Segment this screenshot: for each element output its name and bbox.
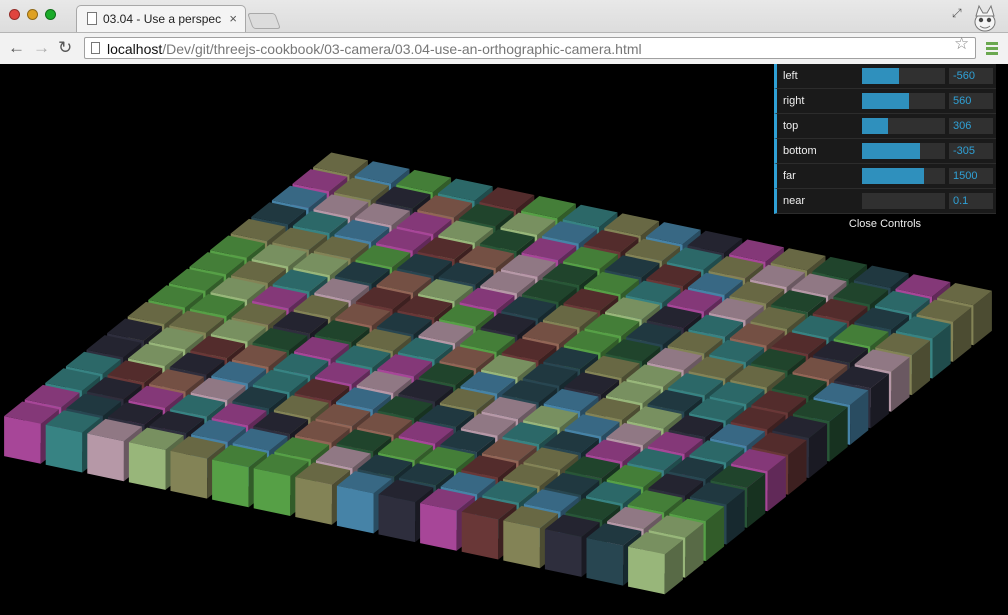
left-value-input[interactable]: -560 — [949, 68, 993, 84]
control-label: bottom — [783, 145, 817, 157]
cube-front-face — [461, 511, 499, 560]
cube-front-face — [503, 520, 540, 569]
control-label: near — [783, 195, 806, 207]
cube-front-face — [336, 485, 374, 534]
top-value-input[interactable]: 306 — [949, 118, 993, 134]
cube-front-face — [170, 450, 208, 499]
cube-front-face — [420, 503, 457, 551]
control-label: right — [783, 95, 805, 107]
page-icon — [91, 42, 100, 54]
reload-icon[interactable]: ↻ — [58, 39, 72, 57]
close-window-button[interactable] — [9, 9, 20, 20]
minimize-window-button[interactable] — [27, 9, 38, 20]
control-label: left — [783, 70, 798, 82]
near-slider[interactable] — [862, 193, 945, 209]
slider-fill — [862, 93, 910, 109]
address-bar[interactable]: localhost/Dev/git/threejs-cookbook/03-ca… — [84, 37, 976, 59]
url-path: /Dev/git/threejs-cookbook/03-camera/03.0… — [162, 41, 642, 57]
tab-title: 03.04 - Use a perspective — [103, 12, 221, 26]
bottom-value-input[interactable]: -305 — [949, 143, 993, 159]
page-favicon-icon — [87, 12, 97, 25]
cube-front-face — [212, 459, 249, 508]
fullscreen-icon[interactable]: ⤢ — [952, 6, 962, 21]
control-row-near: near 0.1 — [774, 189, 996, 214]
chrome-menu-icon[interactable] — [986, 42, 998, 56]
control-label: top — [783, 120, 799, 132]
cube-front-face — [45, 424, 83, 473]
profile-avatar-icon[interactable] — [968, 2, 1002, 34]
cube-front-face — [544, 529, 582, 577]
cube-front-face — [378, 494, 416, 543]
new-tab-button[interactable] — [247, 13, 281, 29]
cube-front-face — [4, 416, 41, 464]
near-value-input[interactable]: 0.1 — [949, 193, 993, 209]
url-text: localhost/Dev/git/threejs-cookbook/03-ca… — [107, 41, 642, 57]
slider-fill — [862, 68, 900, 84]
close-tab-icon[interactable]: × — [229, 11, 237, 26]
cube-front-face — [628, 546, 665, 595]
cube-front-face — [128, 442, 166, 490]
control-label: far — [783, 170, 796, 182]
url-host: localhost — [107, 41, 163, 57]
left-slider[interactable] — [862, 68, 945, 84]
camera-controls-panel: left -560 right 560 top 306 bottom -305 far 1500 n… — [774, 64, 996, 234]
close-controls-button[interactable]: Close Controls — [774, 214, 996, 234]
right-value-input[interactable]: 560 — [949, 93, 993, 109]
bottom-slider[interactable] — [862, 143, 945, 159]
slider-fill — [862, 168, 925, 184]
browser-chrome: 03.04 - Use a perspective × ⤢ ← → ↻ loca… — [0, 0, 1008, 64]
top-slider[interactable] — [862, 118, 945, 134]
slider-fill — [862, 143, 921, 159]
cube-front-face — [586, 537, 624, 586]
control-row-left: left -560 — [774, 64, 996, 89]
forward-icon[interactable]: → — [33, 39, 50, 57]
far-slider[interactable] — [862, 168, 945, 184]
control-row-bottom: bottom -305 — [774, 139, 996, 164]
zoom-window-button[interactable] — [45, 9, 56, 20]
control-row-right: right 560 — [774, 89, 996, 114]
far-value-input[interactable]: 1500 — [949, 168, 993, 184]
control-row-top: top 306 — [774, 114, 996, 139]
bookmark-star-icon[interactable]: ☆ — [954, 34, 969, 54]
cube-front-face — [253, 468, 291, 516]
right-slider[interactable] — [862, 93, 945, 109]
control-row-far: far 1500 — [774, 164, 996, 189]
slider-fill — [862, 118, 888, 134]
cube-front-face — [295, 477, 332, 525]
browser-toolbar: ← → ↻ localhost/Dev/git/threejs-cookbook… — [0, 32, 1008, 64]
cube-front-face — [87, 433, 124, 482]
back-icon[interactable]: ← — [8, 39, 25, 57]
browser-tab[interactable]: 03.04 - Use a perspective × — [76, 5, 246, 32]
